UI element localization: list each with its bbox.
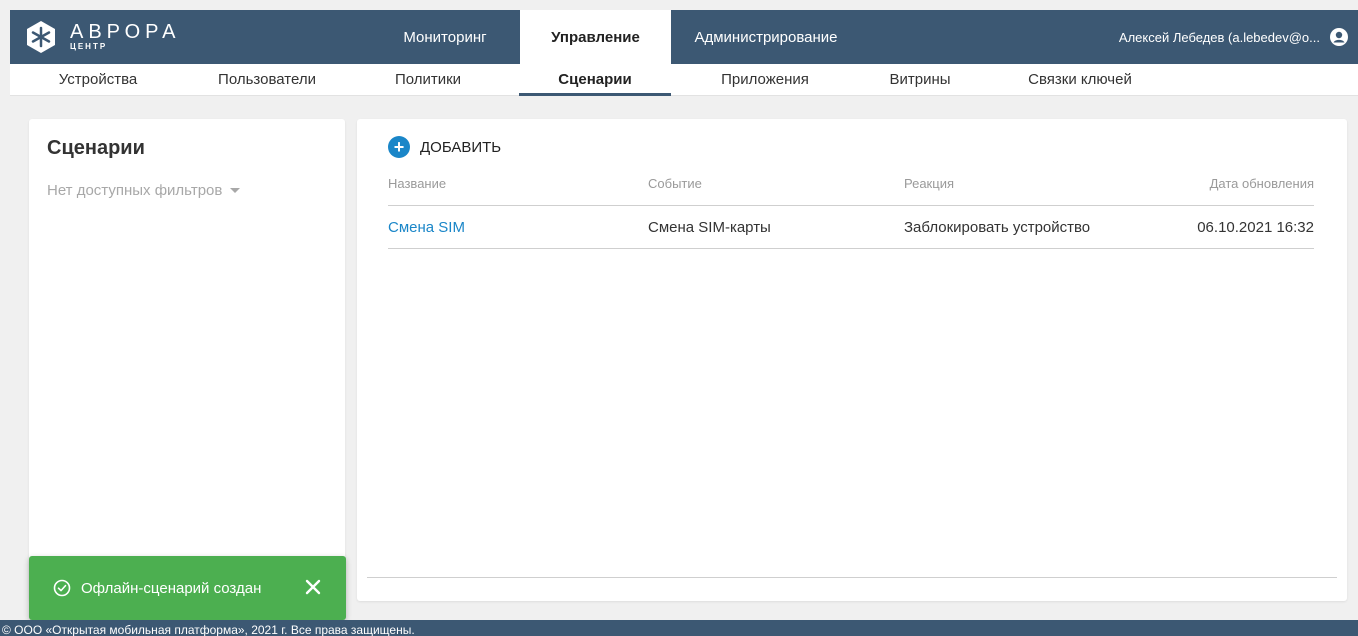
plus-circle-icon: + — [388, 136, 410, 158]
filter-panel: Сценарии Нет доступных фильтров — [29, 119, 345, 601]
add-button-label: ДОБАВИТЬ — [420, 138, 502, 156]
add-button[interactable]: + ДОБАВИТЬ — [388, 136, 501, 158]
brand-wordmark: АВРОРА ЦЕНТР — [70, 22, 180, 52]
subnav-scenarios[interactable]: Сценарии — [519, 64, 671, 96]
column-header-reaction[interactable]: Реакция — [904, 176, 954, 191]
filter-label: Нет доступных фильтров — [47, 182, 223, 199]
top-bar: АВРОРА ЦЕНТР Мониторинг Управление Админ… — [10, 10, 1358, 64]
brand-logo[interactable]: АВРОРА ЦЕНТР — [10, 10, 230, 64]
subnav-applications[interactable]: Приложения — [700, 64, 830, 96]
filter-dropdown[interactable]: Нет доступных фильтров — [47, 182, 241, 199]
scenario-name-link[interactable]: Смена SIM — [388, 219, 465, 236]
tab-management[interactable]: Управление — [520, 10, 671, 64]
sub-navigation: Устройства Пользователи Политики Сценари… — [10, 64, 1358, 96]
column-header-name[interactable]: Название — [388, 176, 446, 191]
subnav-policies[interactable]: Политики — [370, 64, 486, 96]
scenario-reaction: Заблокировать устройство — [904, 219, 1091, 236]
footer: © ООО «Открытая мобильная платформа», 20… — [0, 620, 1358, 636]
panel-title: Сценарии — [47, 137, 145, 159]
column-header-updated[interactable]: Дата обновления — [1210, 176, 1314, 191]
user-name: Алексей Лебедев (a.lebedev@o... — [1118, 29, 1320, 45]
user-menu[interactable]: Алексей Лебедев (a.lebedev@o... — [1119, 10, 1348, 64]
aurora-logo-icon — [27, 21, 55, 53]
scenarios-table-panel: + ДОБАВИТЬ Название Событие Реакция Дата… — [357, 119, 1347, 601]
user-circle-icon — [1330, 28, 1348, 46]
subnav-showcases[interactable]: Витрины — [870, 64, 970, 96]
close-icon[interactable] — [304, 578, 322, 596]
subnav-keychains[interactable]: Связки ключей — [1010, 64, 1150, 96]
table-footer-divider — [367, 577, 1337, 578]
check-circle-icon — [53, 579, 71, 597]
toast-message: Офлайн-сценарий создан — [81, 579, 262, 597]
tab-administration[interactable]: Администрирование — [671, 10, 861, 64]
brand-sub: ЦЕНТР — [70, 42, 108, 51]
chevron-down-icon — [230, 188, 241, 193]
tab-monitoring[interactable]: Мониторинг — [370, 10, 520, 64]
success-toast: Офлайн-сценарий создан — [29, 556, 346, 620]
subnav-devices[interactable]: Устройства — [40, 64, 156, 96]
column-header-event[interactable]: Событие — [648, 176, 702, 191]
scenario-event: Смена SIM-карты — [648, 219, 771, 236]
table-row[interactable]: Смена SIM Смена SIM-карты Заблокировать … — [388, 206, 1314, 249]
brand-name: АВРОРА — [70, 21, 181, 43]
scenario-updated: 06.10.2021 16:32 — [1197, 219, 1314, 236]
footer-text: © ООО «Открытая мобильная платформа», 20… — [2, 623, 415, 636]
subnav-users[interactable]: Пользователи — [200, 64, 334, 96]
